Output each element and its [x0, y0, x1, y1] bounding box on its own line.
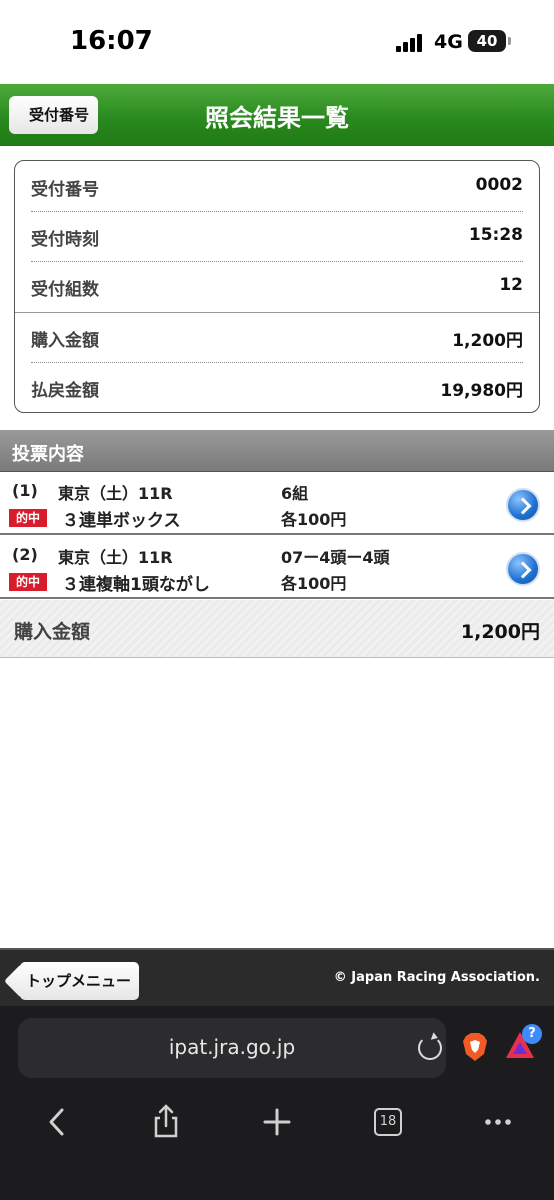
receipt-summary: 受付番号 0002 受付時刻 15:28 受付組数 12 購入金額 1,200円… — [14, 160, 540, 413]
receipt-row: 受付番号 0002 — [31, 161, 523, 211]
back-icon[interactable] — [38, 1102, 78, 1142]
receipt-row: 受付時刻 15:28 — [31, 211, 523, 261]
vote-type: ３連単ボックス — [62, 511, 181, 531]
receipt-label: 購入金額 — [31, 331, 99, 351]
receipt-value: 0002 — [475, 175, 523, 195]
more-icon[interactable] — [478, 1102, 518, 1142]
top-menu-button[interactable]: トップメニュー — [20, 962, 140, 1000]
page-title: 照会結果一覧 — [205, 104, 349, 132]
hit-badge: 的中 — [9, 573, 47, 591]
plus-icon[interactable] — [257, 1102, 297, 1142]
chevron-right-icon[interactable] — [506, 552, 540, 586]
section-header: 投票内容 — [0, 430, 554, 472]
receipt-row: 受付組数 12 — [31, 261, 523, 311]
total-value: 1,200円 — [460, 621, 540, 643]
status-time: 16:07 — [70, 26, 153, 56]
vote-race: 東京（土）11R — [58, 548, 173, 567]
receipt-row: 購入金額 1,200円 — [31, 312, 523, 362]
vote-count: 6組 — [281, 484, 309, 503]
vote-number: (2) — [12, 545, 38, 564]
receipt-value: 15:28 — [468, 225, 523, 245]
copyright-text: © Japan Racing Association. — [333, 970, 540, 985]
receipt-label: 払戻金額 — [31, 381, 99, 401]
battery-tip — [508, 37, 511, 45]
receipt-value: 12 — [499, 275, 523, 295]
page-header: 受付番号 照会結果一覧 — [0, 84, 554, 146]
vote-count: 07ー4頭ー4頭 — [281, 548, 390, 567]
network-type: 4G — [434, 31, 463, 53]
receipt-label: 受付組数 — [31, 280, 99, 300]
section-title: 投票内容 — [12, 444, 84, 465]
battery-icon: 40 — [468, 30, 506, 52]
total-label: 購入金額 — [14, 621, 91, 643]
vote-item[interactable]: (2) 東京（土）11R 07ー4頭ー4頭 的中 ３連複軸1頭ながし 各100円 — [0, 537, 554, 599]
status-bar: 16:07 4G 40 — [0, 0, 554, 84]
receipt-label: 受付番号 — [31, 180, 99, 200]
purchase-total: 購入金額 1,200円 — [0, 600, 554, 658]
tabs-icon[interactable]: 18 — [368, 1102, 408, 1142]
reload-icon[interactable] — [418, 1036, 442, 1060]
footer-bar: トップメニュー © Japan Racing Association. — [0, 948, 554, 1006]
receipt-row: 払戻金額 19,980円 — [31, 362, 523, 412]
share-icon[interactable] — [146, 1102, 186, 1142]
receipt-value: 1,200円 — [452, 331, 523, 351]
vote-number: (1) — [12, 481, 38, 500]
vote-amount: 各100円 — [281, 510, 347, 529]
tab-count: 18 — [374, 1108, 402, 1136]
browser-toolbar: ipat.jra.go.jp ? 18 — [0, 1006, 554, 1200]
vote-type: ３連複軸1頭ながし — [62, 575, 210, 595]
receipt-value: 19,980円 — [440, 381, 523, 401]
url-text: ipat.jra.go.jp — [168, 1035, 296, 1059]
vote-amount: 各100円 — [281, 574, 347, 593]
help-badge: ? — [522, 1024, 542, 1044]
vote-item[interactable]: (1) 東京（土）11R 6組 的中 ３連単ボックス 各100円 — [0, 473, 554, 535]
vote-race: 東京（土）11R — [58, 484, 173, 503]
address-bar[interactable]: ipat.jra.go.jp — [18, 1018, 446, 1078]
chevron-right-icon[interactable] — [506, 488, 540, 522]
brave-lion-icon[interactable] — [462, 1032, 488, 1062]
hit-badge: 的中 — [9, 509, 47, 527]
signal-icon — [396, 34, 426, 52]
receipt-label: 受付時刻 — [31, 230, 99, 250]
